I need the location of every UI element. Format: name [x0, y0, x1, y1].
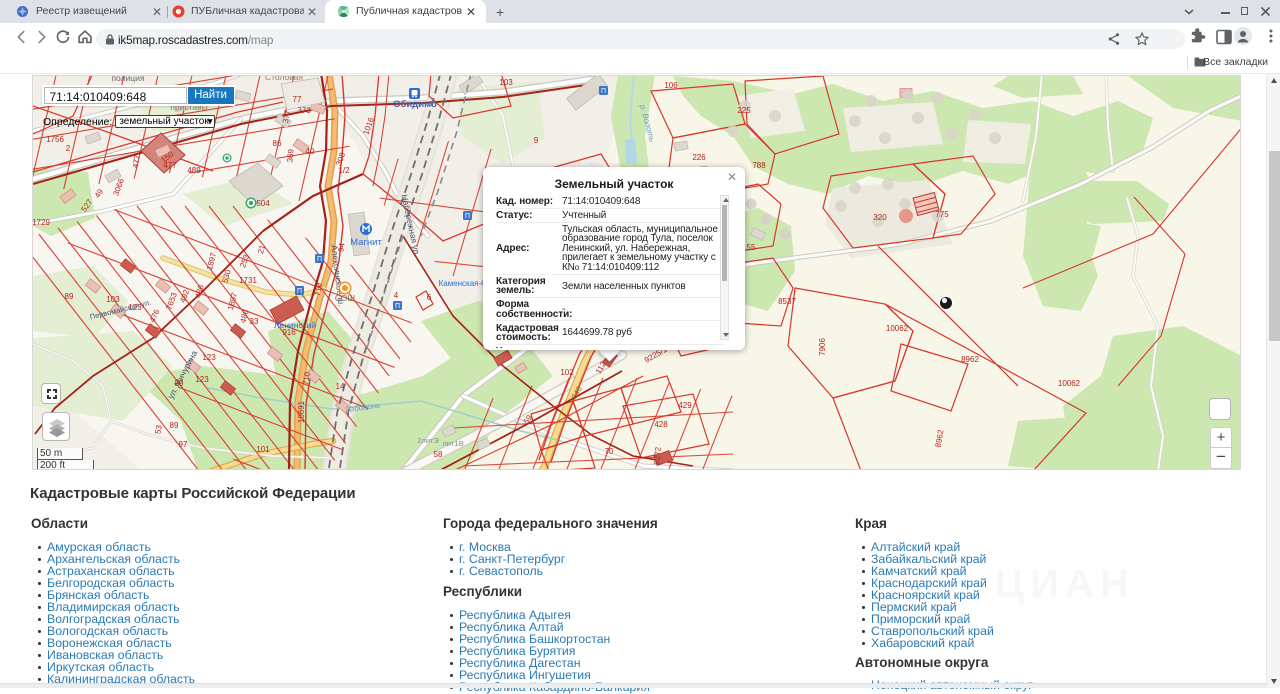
svg-text:775: 775 — [935, 210, 949, 219]
svg-text:40: 40 — [306, 147, 315, 156]
svg-text:226: 226 — [692, 153, 706, 162]
svg-text:70: 70 — [605, 447, 614, 456]
svg-text:10062: 10062 — [1058, 379, 1081, 388]
svg-text:103: 103 — [499, 78, 513, 87]
svg-text:П: П — [465, 213, 470, 220]
svg-text:369: 369 — [285, 148, 295, 163]
svg-text:6: 6 — [427, 293, 432, 302]
svg-text:477: 477 — [163, 161, 177, 170]
svg-text:2: 2 — [66, 144, 71, 153]
svg-text:П: П — [395, 303, 400, 310]
svg-text:77: 77 — [293, 95, 302, 104]
svg-text:89: 89 — [65, 292, 74, 301]
svg-text:10691: 10691 — [297, 400, 306, 423]
svg-text:9: 9 — [534, 136, 539, 145]
svg-text:1731: 1731 — [239, 276, 257, 285]
svg-text:504: 504 — [256, 199, 270, 208]
svg-text:1729: 1729 — [33, 218, 50, 227]
svg-text:489: 489 — [187, 166, 201, 175]
svg-text:7906: 7906 — [818, 338, 827, 356]
svg-text:8962: 8962 — [961, 355, 979, 364]
svg-text:Магнит: Магнит — [350, 237, 382, 248]
svg-text:123: 123 — [202, 353, 216, 362]
svg-text:429: 429 — [678, 401, 692, 410]
svg-text:101: 101 — [256, 445, 270, 454]
svg-text:8537: 8537 — [778, 297, 796, 306]
svg-text:102: 102 — [560, 368, 574, 377]
svg-text:4: 4 — [394, 291, 399, 300]
svg-text:1756: 1756 — [46, 135, 64, 144]
svg-text:89: 89 — [170, 421, 179, 430]
svg-text:58: 58 — [434, 450, 443, 459]
svg-text:428: 428 — [654, 420, 668, 429]
svg-text:55: 55 — [747, 243, 756, 252]
svg-text:97: 97 — [179, 440, 188, 449]
svg-text:10062: 10062 — [886, 324, 909, 333]
svg-text:14: 14 — [336, 382, 345, 391]
svg-text:2литЭ: 2литЭ — [417, 436, 439, 445]
svg-text:86: 86 — [273, 139, 282, 148]
svg-text:Обидимо: Обидимо — [393, 99, 437, 110]
svg-text:788: 788 — [752, 161, 766, 170]
svg-text:П: П — [317, 256, 322, 263]
svg-text:П: П — [297, 288, 302, 295]
svg-text:Столовая: Столовая — [265, 76, 303, 82]
svg-text:полиция: полиция — [111, 76, 144, 83]
svg-text:33: 33 — [250, 317, 259, 326]
svg-text:Ленинский: Ленинский — [274, 320, 316, 330]
svg-text:225: 225 — [737, 106, 751, 115]
svg-text:123: 123 — [195, 375, 209, 384]
svg-text:320: 320 — [873, 213, 887, 222]
svg-text:П: П — [601, 88, 606, 95]
svg-text:9272: 9272 — [652, 446, 663, 465]
svg-text:106: 106 — [664, 81, 678, 90]
svg-text:373: 373 — [297, 106, 311, 115]
svg-text:1/2: 1/2 — [338, 166, 350, 175]
svg-text:лит1В: лит1В — [442, 439, 463, 448]
svg-text:103: 103 — [106, 295, 120, 304]
